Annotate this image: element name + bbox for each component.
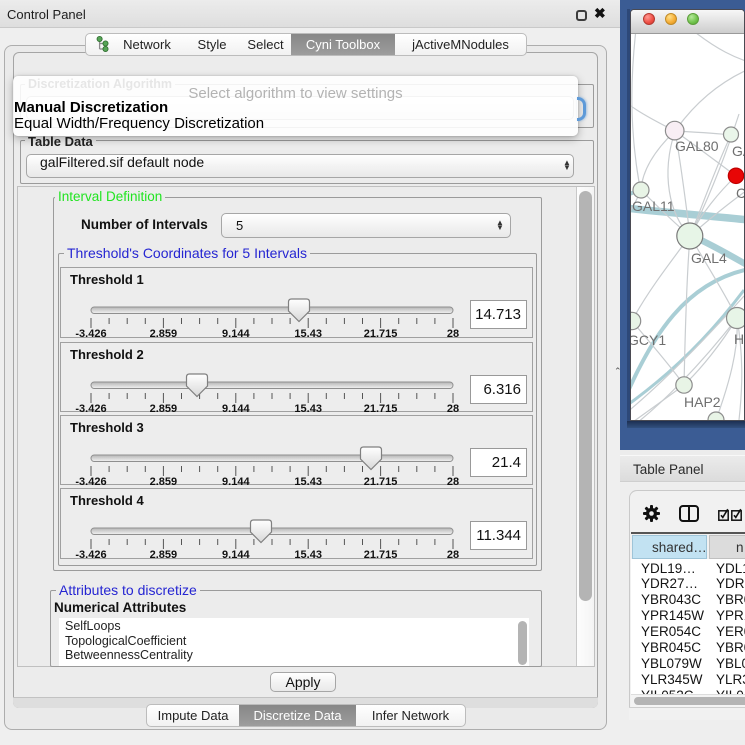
svg-text:-3.426: -3.426 [75, 403, 106, 414]
svg-text:GAL4: GAL4 [691, 250, 727, 266]
svg-text:-3.426: -3.426 [75, 549, 106, 560]
svg-text:2.859: 2.859 [150, 403, 178, 414]
svg-text:9.144: 9.144 [222, 328, 250, 339]
svg-text:H: H [734, 331, 744, 347]
svg-text:28: 28 [447, 403, 459, 414]
svg-text:21.715: 21.715 [364, 549, 398, 560]
svg-text:2.859: 2.859 [150, 549, 178, 560]
svg-text:21.715: 21.715 [364, 476, 398, 487]
svg-text:-3.426: -3.426 [75, 476, 106, 487]
svg-text:21.715: 21.715 [364, 328, 398, 339]
svg-text:GAL80: GAL80 [675, 138, 719, 154]
svg-text:GA: GA [732, 143, 744, 159]
svg-text:15.43: 15.43 [294, 476, 322, 487]
svg-text:HAP2: HAP2 [684, 394, 721, 410]
svg-text:9.144: 9.144 [222, 549, 250, 560]
svg-text:21.715: 21.715 [364, 403, 398, 414]
svg-text:-3.426: -3.426 [75, 328, 106, 339]
svg-text:2.859: 2.859 [150, 328, 178, 339]
svg-text:9.144: 9.144 [222, 403, 250, 414]
svg-text:2.859: 2.859 [150, 476, 178, 487]
svg-text:15.43: 15.43 [294, 403, 322, 414]
svg-text:28: 28 [447, 476, 459, 487]
svg-text:GCY1: GCY1 [631, 332, 666, 348]
svg-text:28: 28 [447, 328, 459, 339]
svg-text:GAL11: GAL11 [632, 198, 675, 214]
svg-text:C: C [736, 185, 744, 201]
svg-text:28: 28 [447, 549, 459, 560]
svg-text:9.144: 9.144 [222, 476, 250, 487]
svg-text:15.43: 15.43 [294, 328, 322, 339]
svg-text:15.43: 15.43 [294, 549, 322, 560]
